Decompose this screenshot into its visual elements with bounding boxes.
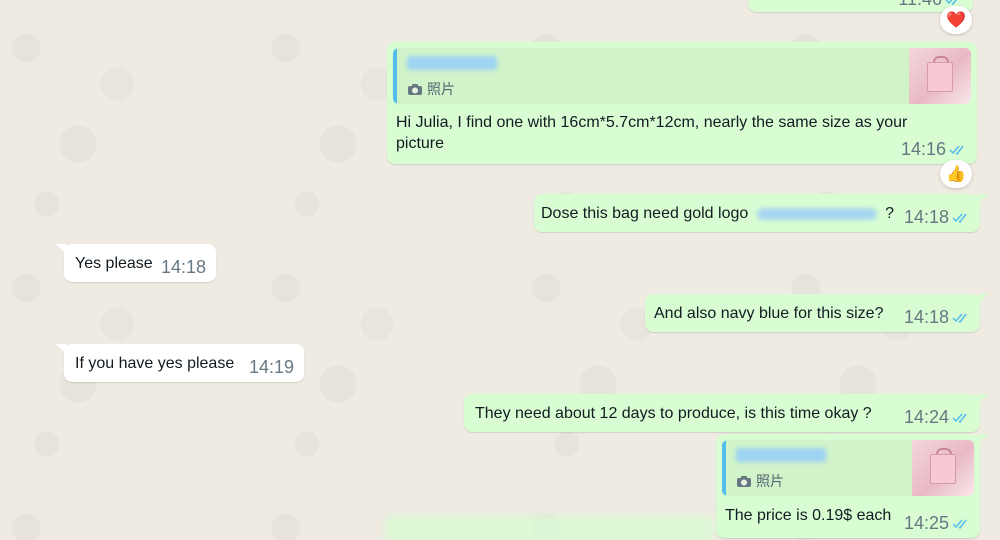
message-time: 14:18 — [903, 307, 949, 327]
message-text: They need about 12 days to produce, is t… — [475, 405, 872, 422]
message-time: 14:19 — [248, 357, 294, 377]
quoted-message[interactable]: 照片 — [393, 48, 971, 104]
message-meta: 14:19 — [249, 357, 294, 378]
message-text: Hi Julia, I find one with 16cm*5.7cm*12c… — [396, 114, 908, 152]
quoted-photo-label: 照片 — [427, 81, 455, 97]
reaction-thumbs-up[interactable]: 👍 — [940, 160, 972, 188]
thumbs-up-icon: 👍 — [946, 166, 966, 183]
message-text-suffix: ? — [885, 205, 895, 222]
reaction-heart[interactable]: ❤️ — [940, 6, 972, 34]
double-check-icon — [952, 413, 967, 423]
double-check-icon — [952, 519, 967, 529]
quoted-photo-label: 照片 — [756, 473, 784, 489]
blurred-message-fragment — [385, 516, 715, 540]
message-text: If you have yes please — [75, 355, 235, 372]
quoted-author-redacted — [736, 448, 826, 462]
message-meta: 14:18 — [161, 257, 206, 278]
chat-thread[interactable]: 11:46 ❤️ 照片 — [0, 0, 1000, 540]
heart-icon: ❤️ — [946, 12, 966, 29]
message-time: 11:46 — [898, 0, 942, 10]
message-time: 14:18 — [160, 257, 206, 277]
message-bubble-outgoing[interactable]: 11:46 — [748, 0, 973, 12]
message-bubble-outgoing[interactable]: 照片 The price is 0.19$ each 14:25 — [716, 434, 988, 538]
message-bubble-incoming[interactable]: If you have yes please 14:19 — [56, 344, 304, 382]
redacted-text — [756, 207, 877, 220]
message-text: The price is 0.19$ each — [725, 507, 892, 524]
double-check-icon — [952, 213, 967, 223]
quoted-author-redacted — [407, 56, 497, 70]
message-bubble-outgoing[interactable]: 照片 Hi Julia, I find one with 16cm*5.7cm*… — [387, 42, 977, 164]
double-check-icon — [945, 0, 957, 5]
message-meta: 14:16 — [901, 139, 967, 160]
message-meta: 14:18 — [904, 207, 970, 228]
message-bubble-incoming[interactable]: Yes please 14:18 — [56, 244, 216, 282]
message-text: And also navy blue for this size? — [654, 305, 884, 322]
camera-icon — [408, 84, 422, 95]
quoted-message[interactable]: 照片 — [722, 440, 974, 496]
message-time: 14:24 — [903, 407, 949, 427]
message-bubble-outgoing[interactable]: They need about 12 days to produce, is t… — [464, 394, 988, 432]
message-meta: 14:25 — [904, 513, 970, 534]
message-text: Yes please — [75, 255, 153, 272]
message-time: 14:18 — [903, 207, 949, 227]
quoted-photo-thumbnail[interactable] — [912, 440, 974, 496]
message-time: 14:25 — [903, 513, 949, 533]
message-meta: 14:24 — [904, 407, 970, 428]
message-bubble-outgoing[interactable]: And also navy blue for this size? 14:18 — [645, 294, 988, 332]
message-text: Dose this bag need gold logo — [541, 205, 749, 222]
message-meta: 14:18 — [904, 307, 970, 328]
message-bubble-outgoing[interactable]: Dose this bag need gold logo ? 14:18 — [534, 194, 988, 232]
double-check-icon — [949, 145, 964, 155]
quoted-photo-thumbnail[interactable] — [909, 48, 971, 104]
camera-icon — [737, 476, 751, 487]
double-check-icon — [952, 313, 967, 323]
message-time: 14:16 — [900, 139, 946, 159]
